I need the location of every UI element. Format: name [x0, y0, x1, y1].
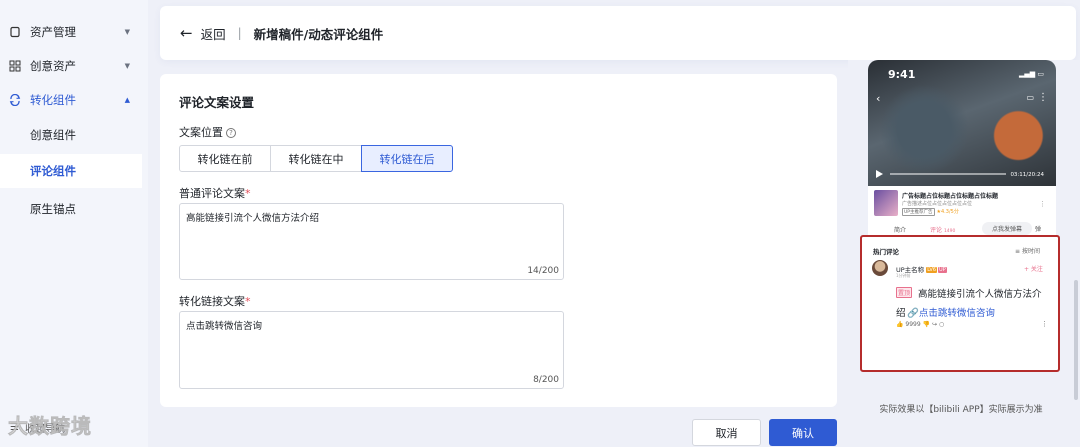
- danmaku-icon: 弹: [1035, 226, 1042, 233]
- sidebar-item-label: 评论组件: [30, 164, 76, 178]
- tab-comment-count: 1490: [943, 229, 956, 234]
- page-title: 新增稿件/动态评论组件: [253, 26, 384, 42]
- pin-badge: 置顶: [896, 287, 913, 298]
- sidebar-item-label: 资产管理: [30, 25, 76, 39]
- position-option-middle[interactable]: 转化链在中: [270, 145, 362, 172]
- level-badge: LV6: [926, 267, 938, 273]
- link-text-textarea[interactable]: 点击跳转微信咨询 8/200: [179, 311, 564, 389]
- collapse-icon: ☰: [10, 422, 19, 433]
- position-segmented-control: 转化链在前 转化链在中 转化链在后: [179, 145, 453, 172]
- comment-time: 1分钟前: [896, 273, 911, 278]
- thumbs-down-icon: 👎: [922, 321, 931, 328]
- danmaku-input: 点我发弹幕: [982, 222, 1032, 235]
- arrow-left-icon[interactable]: ←: [180, 24, 193, 42]
- hot-comments-title: 热门评论: [873, 248, 899, 256]
- tv-icon: ▭: [1026, 93, 1034, 102]
- signal-battery-icon: ▂▄▆ ▭: [1019, 70, 1044, 78]
- sidebar-item-conversion-components[interactable]: 转化组件 ▲: [0, 83, 142, 117]
- sidebar-item-label: 创意资产: [30, 59, 76, 73]
- cancel-button[interactable]: 取消: [692, 419, 761, 446]
- comment-text-line2: 绍: [896, 308, 906, 319]
- chevron-down-icon: ▼: [124, 62, 130, 70]
- normal-comment-label: 普通评论文案*: [179, 185, 251, 201]
- ad-badge: UP主推荐广告: [902, 208, 935, 216]
- position-label-text: 文案位置: [179, 126, 223, 139]
- confirm-button[interactable]: 确认: [769, 419, 837, 446]
- video-times: 03:11/20:24: [1010, 172, 1044, 178]
- ad-rating: ★4.3/5分: [936, 209, 959, 215]
- link-text-counter: 8/200: [533, 375, 559, 385]
- comment-text-line1: 高能链接引流个人微信方法介: [918, 289, 1042, 300]
- sidebar-item-asset-management[interactable]: 资产管理 ▼: [0, 15, 142, 49]
- back-button[interactable]: 返回: [201, 24, 226, 43]
- play-icon: [876, 170, 883, 178]
- sidebar-item-label: 创意组件: [30, 128, 76, 142]
- comment-link-text: 点击跳转微信咨询: [918, 308, 995, 319]
- form-card: 评论文案设置 文案位置? 转化链在前 转化链在中 转化链在后 普通评论文案* 高…: [160, 74, 837, 407]
- grid-icon: [9, 60, 21, 72]
- scrollbar[interactable]: [1074, 280, 1078, 400]
- sidebar: 资产管理 ▼ 创意资产 ▼ 转化组件 ▲ 创意组件 评论组件 原生锚点 ☰ 收起…: [0, 0, 148, 447]
- comment-actions: 👍 9999 👎 ↪ ○: [896, 321, 944, 328]
- chevron-up-icon: ▲: [124, 96, 130, 104]
- normal-comment-label-text: 普通评论文案: [179, 187, 245, 200]
- chevron-down-icon: ▼: [124, 28, 130, 36]
- sidebar-item-label: 原生锚点: [30, 202, 76, 216]
- position-option-before[interactable]: 转化链在前: [179, 145, 271, 172]
- header-separator: |: [237, 26, 242, 40]
- required-mark: *: [245, 295, 251, 308]
- link-text-value: 点击跳转微信咨询: [186, 321, 263, 332]
- help-icon[interactable]: ?: [226, 128, 236, 138]
- ad-description: 广告描述占位占位占位占位占位: [902, 201, 973, 207]
- ad-thumbnail: [874, 190, 898, 216]
- tab-intro: 简介: [894, 227, 907, 234]
- sidebar-item-creative-component[interactable]: 创意组件: [0, 118, 142, 152]
- progress-bar: [890, 173, 1006, 175]
- chevron-left-icon: ‹: [876, 92, 881, 105]
- preview-note: 实际效果以【bilibili APP】实际展示为准: [879, 405, 1043, 415]
- normal-comment-value: 高能链接引流个人微信方法介绍: [186, 213, 320, 224]
- tab-comment: 评论 1490: [930, 225, 955, 234]
- ad-title: 广告标题占位标题占位标题占位标题: [902, 193, 999, 200]
- normal-comment-counter: 14/200: [527, 266, 559, 276]
- more-vertical-icon: ⋮: [1039, 200, 1046, 208]
- position-label: 文案位置?: [179, 124, 236, 140]
- thumbs-up-icon: 👍: [896, 321, 904, 328]
- follow-label: + 关注: [1024, 266, 1043, 273]
- footer-bar: 取消 确认: [148, 412, 848, 447]
- file-icon: [9, 26, 21, 38]
- ad-meta: UP主推荐广告 ★4.3/5分: [902, 208, 959, 216]
- sidebar-item-creative-assets[interactable]: 创意资产 ▼: [0, 49, 142, 83]
- refresh-icon: [9, 94, 21, 106]
- more-vertical-icon: ⋮: [1038, 92, 1048, 103]
- collapse-nav-button[interactable]: ☰ 收起导航: [10, 420, 65, 435]
- normal-comment-textarea[interactable]: 高能链接引流个人微信方法介绍 14/200: [179, 203, 564, 280]
- video-player: 9:41 ▂▄▆ ▭ ‹ ▭ ⋮ 03:11/20:24: [868, 60, 1056, 186]
- sort-label-text: 按时间: [1021, 248, 1040, 255]
- sidebar-item-native-anchor[interactable]: 原生锚点: [0, 192, 142, 226]
- comment-link: 🔗点击跳转微信咨询: [907, 305, 995, 319]
- up-badge: UP: [938, 267, 947, 273]
- status-time: 9:41: [888, 68, 916, 81]
- required-mark: *: [245, 187, 251, 200]
- preview-tabs: 简介 评论 1490 点我发弹幕 弹: [868, 222, 1056, 236]
- link-icon: 🔗: [907, 308, 919, 319]
- section-title: 评论文案设置: [179, 95, 255, 110]
- collapse-label: 收起导航: [24, 424, 65, 435]
- reply-icon: ○: [938, 321, 945, 328]
- link-text-label: 转化链接文案*: [179, 293, 251, 309]
- like-count: 9999: [905, 321, 921, 328]
- more-vertical-icon: ⋮: [1041, 320, 1048, 328]
- tab-comment-label: 评论: [930, 227, 943, 234]
- link-text-label-text: 转化链接文案: [179, 295, 245, 308]
- sort-label: ≡ 按时间: [1015, 248, 1040, 255]
- sidebar-item-comment-component[interactable]: 评论组件: [0, 154, 142, 188]
- avatar: [872, 260, 888, 276]
- position-option-after[interactable]: 转化链在后: [361, 145, 453, 172]
- page-header: ← 返回 | 新增稿件/动态评论组件: [160, 6, 1076, 60]
- sidebar-item-label: 转化组件: [30, 93, 76, 107]
- share-icon: ↪: [932, 321, 938, 328]
- ad-card: 广告标题占位标题占位标题占位标题 广告描述占位占位占位占位占位 UP主推荐广告 ★…: [874, 190, 1050, 218]
